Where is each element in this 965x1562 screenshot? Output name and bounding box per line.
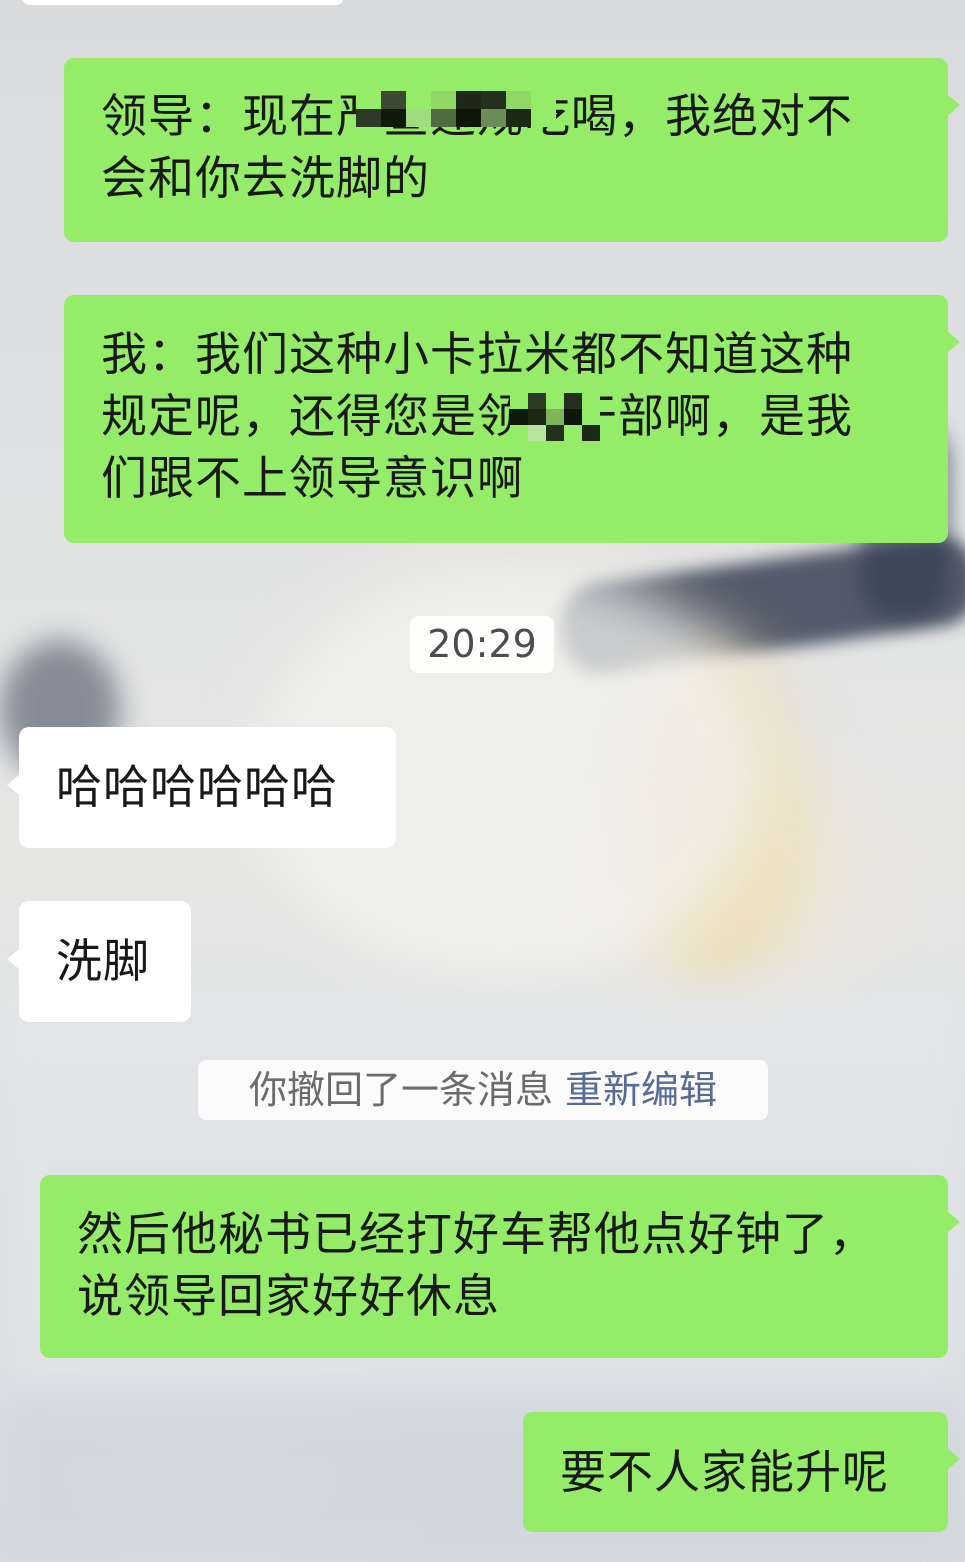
message-text: 我：我们这种小卡拉米都不知道这种 <box>101 327 853 381</box>
message-text: 要不人家能升呢 <box>560 1445 889 1499</box>
message-text: 然后他秘书已经打好车帮他点好钟了， <box>77 1207 876 1261</box>
previous-message-bubble <box>22 0 344 5</box>
chat-area[interactable]: 领导：现在严查违规吃喝，我绝对不 会和你去洗脚的 我：我们这种小卡拉米都不知道这… <box>0 0 965 1562</box>
outgoing-message[interactable]: 我：我们这种小卡拉米都不知道这种 规定呢，还得您是领导干部啊，是我 们跟不上领导… <box>64 295 960 543</box>
message-text: 规定呢，还得您是领导干部啊，是我 <box>101 389 853 443</box>
censor-mosaic <box>356 91 556 127</box>
message-text: 哈哈哈哈哈哈 <box>56 760 338 814</box>
message-text: 说领导回家好好休息 <box>77 1269 500 1323</box>
message-text: 洗脚 <box>56 934 150 988</box>
incoming-message[interactable]: 洗脚 <box>7 901 191 1022</box>
censor-mosaic <box>510 393 600 441</box>
message-text: 们跟不上领导意识啊 <box>101 451 524 505</box>
message-text: 会和你去洗脚的 <box>101 151 430 205</box>
re-edit-link[interactable]: 重新编辑 <box>565 1068 717 1112</box>
message-timestamp: 20:29 <box>410 616 554 673</box>
outgoing-message[interactable]: 然后他秘书已经打好车帮他点好钟了， 说领导回家好好休息 <box>40 1175 960 1358</box>
incoming-message[interactable]: 哈哈哈哈哈哈 <box>7 727 396 848</box>
outgoing-message[interactable]: 领导：现在严查违规吃喝，我绝对不 会和你去洗脚的 <box>64 58 960 242</box>
outgoing-message[interactable]: 要不人家能升呢 <box>523 1412 960 1532</box>
recall-notice-text: 你撤回了一条消息 <box>248 1068 553 1112</box>
recall-notice: 你撤回了一条消息 重新编辑 <box>198 1060 768 1120</box>
